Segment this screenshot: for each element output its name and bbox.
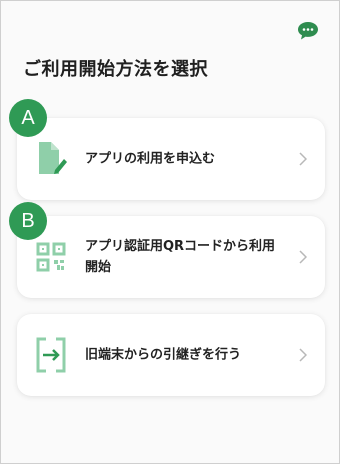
step-badge-a: A [9,99,47,137]
option-label: アプリの利用を申込む [85,151,216,167]
chat-icon[interactable] [297,21,319,41]
option-device-transfer[interactable]: 旧端末からの引継ぎを行う [17,314,325,396]
device-transfer-icon [36,337,66,373]
option-label: 旧端末からの引継ぎを行う [85,347,242,363]
option-apply-app[interactable]: アプリの利用を申込む [17,118,325,200]
chevron-right-icon [299,250,307,264]
step-badge-b: B [9,202,47,240]
page-title: ご利用開始方法を選択 [23,59,208,80]
option-qr-start[interactable]: アプリ認証用QRコードから利用開始 [17,216,325,298]
chevron-right-icon [299,348,307,362]
document-edit-icon [39,142,67,174]
option-label: アプリ認証用QRコードから利用開始 [85,239,276,275]
qr-code-icon [36,242,66,272]
chevron-right-icon [299,152,307,166]
app-frame: ご利用開始方法を選択 アプリの利用を申込む アプリ認証用QRコードから利用開始 … [0,0,340,464]
